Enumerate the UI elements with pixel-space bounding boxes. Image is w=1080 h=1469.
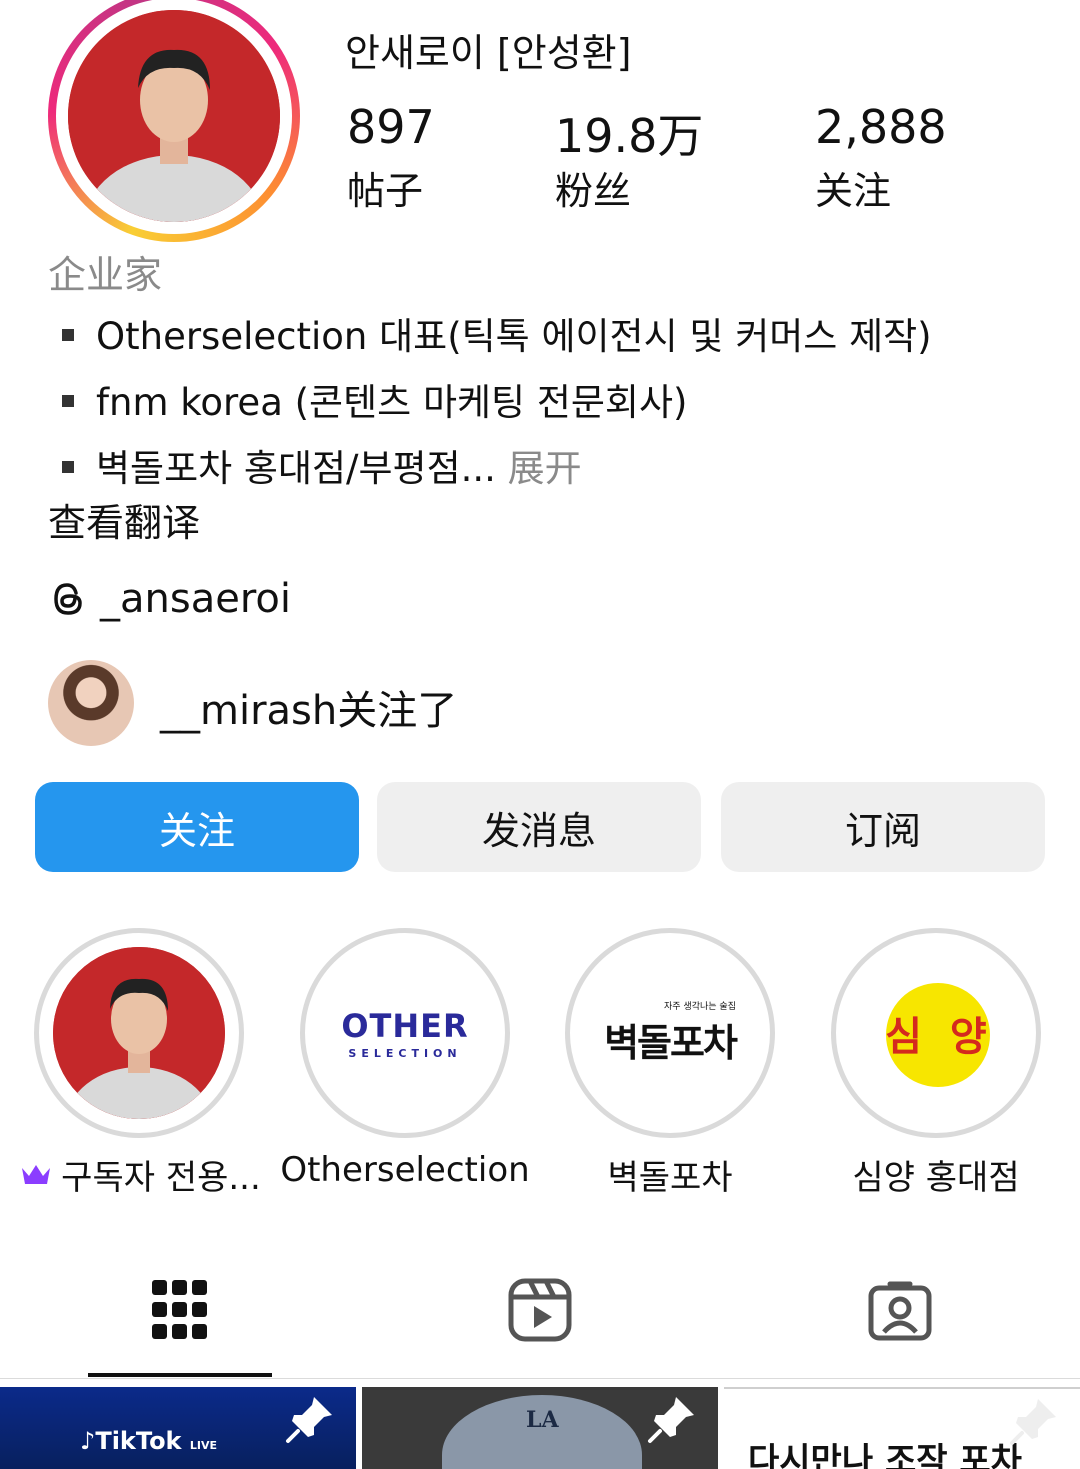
pocha-logo: 벽돌포차 — [604, 1020, 738, 1065]
mutual-follower-avatar[interactable] — [48, 660, 134, 746]
profile-category: 企业家 — [48, 253, 163, 297]
highlight-byeokdol-pocha[interactable]: 자주 생각나는 술집 벽돌포차 — [565, 928, 775, 1138]
highlight-simyang[interactable]: 심 양 — [831, 928, 1041, 1138]
followers-label[interactable]: 粉丝 — [555, 160, 631, 215]
highlight-label: 구독자 전용... — [12, 1150, 268, 1199]
live-badge: LIVE — [189, 1439, 218, 1452]
posts-label[interactable]: 帖子 — [347, 160, 423, 215]
following-label[interactable]: 关注 — [815, 160, 891, 215]
followers-count[interactable]: 19.8万 — [555, 100, 703, 166]
bio-line: fnm korea (콘텐츠 마케팅 전문회사) — [62, 372, 687, 426]
bullet-icon — [62, 328, 74, 341]
highlight-label: Otherselection — [280, 1150, 530, 1190]
cap-logo: LA — [526, 1407, 559, 1433]
see-translation-link[interactable]: 查看翻译 — [48, 492, 200, 547]
bullet-icon — [62, 394, 74, 407]
tagged-tab[interactable] — [868, 1278, 932, 1346]
highlight-otherselection[interactable]: OTHER SELECTION — [300, 928, 510, 1138]
highlight-portrait-image — [53, 947, 225, 1119]
threads-link[interactable]: _ansaeroi — [48, 576, 291, 622]
mutual-follower-text[interactable]: __mirash关注了 — [160, 678, 457, 736]
grid-tab[interactable] — [152, 1278, 208, 1346]
post-tile[interactable]: 다시만나 조작 포차 — [724, 1387, 1080, 1469]
otherselection-logo-sub: SELECTION — [348, 1046, 462, 1060]
profile-avatar[interactable] — [48, 0, 300, 242]
tiktok-icon: ♪ — [80, 1427, 96, 1455]
simyang-logo: 심 양 — [885, 1014, 987, 1060]
bullet-icon — [62, 460, 74, 473]
highlight-label: 심양 홍대점 — [852, 1158, 1020, 1198]
bio-line: Otherselection 대표(틱톡 에이전시 및 커머스 제작) — [62, 306, 932, 360]
pin-icon — [648, 1397, 694, 1443]
otherselection-logo: OTHER — [341, 1006, 469, 1045]
pin-icon — [286, 1397, 332, 1443]
tagged-icon — [868, 1281, 932, 1341]
reels-tab[interactable] — [508, 1278, 572, 1346]
highlight-subscriber-only[interactable] — [34, 928, 244, 1138]
following-count[interactable]: 2,888 — [815, 100, 947, 154]
threads-icon — [54, 583, 82, 615]
post-tile[interactable]: LA — [362, 1387, 718, 1469]
reels-icon — [508, 1278, 572, 1342]
post-tile[interactable]: ♪TikTok LIVE — [0, 1387, 356, 1469]
grid-icon — [152, 1280, 207, 1339]
pocha-logo-sub: 자주 생각나는 술집 — [664, 1002, 736, 1012]
tab-divider — [0, 1378, 1080, 1379]
active-tab-indicator — [88, 1373, 272, 1377]
crown-icon — [22, 1164, 51, 1184]
post-title-text: 다시만나 조작 포차 — [748, 1441, 1022, 1469]
pin-icon — [1010, 1399, 1056, 1445]
post-tiktok-text: TikTok — [95, 1427, 182, 1455]
follow-button[interactable]: 关注 — [35, 782, 359, 872]
message-button[interactable]: 发消息 — [377, 782, 701, 872]
subscribe-button[interactable]: 订阅 — [721, 782, 1045, 872]
threads-handle: _ansaeroi — [100, 576, 291, 622]
profile-name: 안새로이 [안성환] — [345, 31, 632, 75]
highlight-label: 벽돌포차 — [607, 1158, 733, 1198]
posts-count[interactable]: 897 — [347, 100, 435, 154]
bio-line: 벽돌포차 홍대점/부평점... 展开 — [62, 438, 582, 492]
bio-expand-link[interactable]: 展开 — [496, 447, 582, 490]
